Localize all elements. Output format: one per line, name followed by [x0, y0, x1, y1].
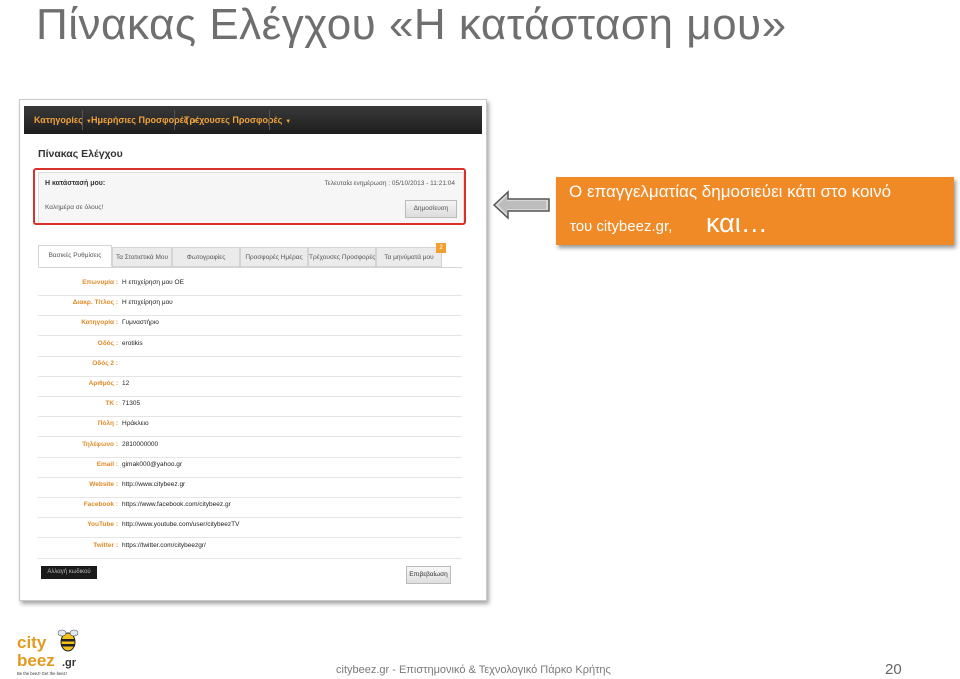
form-label: Οδός 2 :: [92, 359, 118, 367]
form-label: Twitter :: [93, 541, 118, 549]
nav-item-daily-offers[interactable]: Ημερήσιες Προσφορές ▼: [91, 106, 197, 134]
form-row: Διακρ. Τίτλος : Η επιχείρηση μου: [38, 295, 462, 317]
form-row: Επωνυμία : Η επιχείρηση μου ΟΕ: [38, 275, 462, 296]
nav-separator: [82, 110, 83, 130]
callout-line-1: Ο επαγγελματίας δημοσιεύει κάτι στο κοιν…: [569, 182, 892, 201]
form-value[interactable]: erotikis: [122, 340, 143, 347]
form-row: ΤΚ : 71305: [38, 396, 462, 418]
nav-separator: [269, 110, 270, 130]
form-value[interactable]: 12: [122, 380, 129, 387]
slide-title: Πίνακας Ελέγχου «Η κατάσταση μου»: [36, 0, 787, 49]
form-value[interactable]: 71305: [122, 400, 140, 407]
top-nav-bar: Κατηγορίες ▼ Ημερήσιες Προσφορές ▼ Τρέχουσ…: [24, 106, 482, 134]
form-value[interactable]: Γυμναστήριο: [122, 319, 159, 326]
form-value[interactable]: https://www.facebook.com/citybeez.gr: [122, 501, 231, 508]
tab-basic-settings[interactable]: Βασικές Ρυθμίσεις: [38, 245, 112, 267]
nav-item-categories[interactable]: Κατηγορίες ▼: [34, 106, 92, 134]
arrow-left-icon: [492, 190, 550, 220]
form-label: Αριθμός :: [88, 380, 118, 387]
logo-beez: beez: [17, 651, 55, 670]
form-row: YouTube : http://www.youtube.com/user/cit…: [38, 517, 462, 539]
form-row: Οδός 2 :: [38, 356, 462, 377]
form-label: Οδός :: [97, 339, 118, 347]
chevron-down-icon: ▼: [285, 119, 292, 125]
form-row: Κατηγορία : Γυμναστήριο: [38, 315, 462, 337]
form-label: Facebook :: [83, 501, 118, 509]
messages-badge: 2: [436, 243, 446, 253]
form-label: Τηλέφωνο :: [82, 440, 118, 448]
form-label: ΤΚ :: [105, 400, 118, 408]
nav-separator: [174, 110, 175, 130]
status-highlight-frame: [33, 168, 466, 225]
form-row: Πόλη : Ηράκλειο: [38, 416, 462, 438]
dashboard-screenshot: Κατηγορίες ▼ Ημερήσιες Προσφορές ▼ Τρέχουσ…: [19, 99, 487, 601]
form-value[interactable]: http://www.citybeez.gr: [122, 481, 185, 488]
page-number: 20: [885, 661, 902, 678]
form-label: Κατηγορία :: [81, 319, 118, 327]
form-row: Facebook : https://www.facebook.com/cityb…: [38, 497, 462, 519]
form-label: YouTube :: [87, 521, 118, 529]
logo-tagline: Be the beez! Get the beez!: [17, 671, 67, 676]
nav-item-label: Κατηγορίες: [34, 115, 83, 125]
confirm-button[interactable]: Επιβεβαίωση: [406, 566, 451, 584]
form-label: Διακρ. Τίτλος :: [72, 299, 118, 307]
tab-my-messages[interactable]: Τα μηνύματά μου: [376, 247, 442, 267]
form-label: Επωνυμία :: [82, 279, 118, 286]
form-label: Website :: [89, 481, 118, 488]
form-row: Τηλέφωνο : 2810000000: [38, 437, 462, 458]
form-row: Twitter : https://twitter.com/citybeezgr/: [38, 538, 462, 559]
logo-gr: .gr: [62, 657, 77, 669]
footer-text: citybeez.gr - Επιστημονικό & Τεχνολογικό…: [336, 664, 611, 676]
change-password-button[interactable]: Αλλαγή κωδικού: [41, 566, 97, 579]
callout-line-2: του citybeez.gr,: [570, 218, 673, 235]
form-value[interactable]: Ηράκλειο: [122, 420, 149, 427]
tab-current-offers[interactable]: Τρέχουσες Προσφορές: [308, 247, 376, 267]
logo-city: city: [17, 633, 47, 652]
callout-line-3: και…: [706, 208, 768, 238]
tab-daily-offers[interactable]: Προσφορές Ημέρας: [240, 247, 308, 267]
form-value[interactable]: 2810000000: [122, 441, 158, 448]
tab-statistics[interactable]: Τα Στατιστικά Μου: [112, 247, 172, 267]
nav-item-label: Τρέχουσες Προσφορές: [184, 115, 283, 125]
form-value[interactable]: gimak000@yahoo.gr: [122, 461, 182, 468]
nav-item-current-offers[interactable]: Τρέχουσες Προσφορές ▼: [184, 106, 291, 134]
form-label: Πόλη :: [97, 420, 118, 428]
form-value[interactable]: Η επιχείρηση μου ΟΕ: [122, 279, 184, 286]
form-row: Οδός : erotikis: [38, 336, 462, 357]
tab-photos[interactable]: Φωτογραφίες: [172, 247, 240, 267]
citybeez-logo: city beez .gr Be the beez! Get the beez!: [17, 629, 79, 676]
form-value[interactable]: http://www.youtube.com/user/citybeezTV: [122, 521, 239, 528]
form-row: Website : http://www.citybeez.gr: [38, 477, 462, 498]
form-value[interactable]: https://twitter.com/citybeezgr/: [122, 542, 206, 549]
form-row: Email : gimak000@yahoo.gr: [38, 457, 462, 478]
callout-box: Ο επαγγελματίας δημοσιεύει κάτι στο κοιν…: [556, 177, 954, 245]
form-row: Αριθμός : 12: [38, 376, 462, 397]
form-value[interactable]: Η επιχείρηση μου: [122, 299, 173, 306]
form-label: Email :: [96, 460, 118, 468]
tab-divider: [38, 267, 462, 268]
panel-title: Πίνακας Ελέγχου: [38, 148, 123, 160]
